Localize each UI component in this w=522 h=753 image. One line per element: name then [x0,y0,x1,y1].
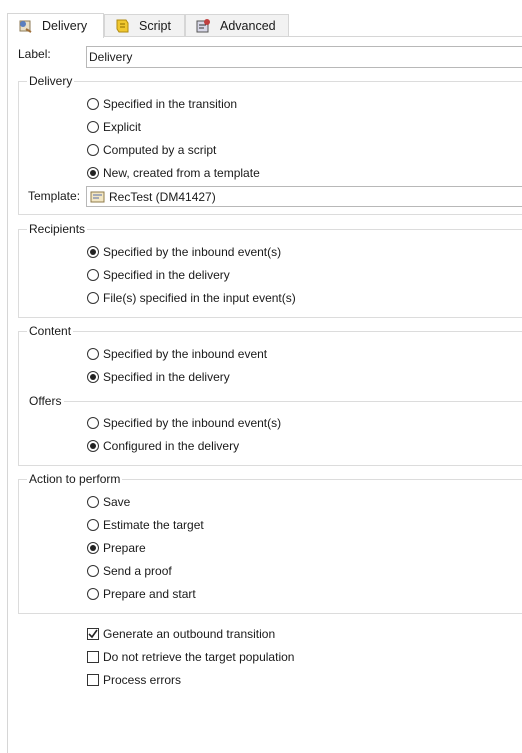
content-group-title: Content [27,324,74,338]
action-option-label: Estimate the target [103,518,204,532]
action-option[interactable]: Estimate the target [87,518,204,532]
delivery-option-label: Specified in the transition [103,97,238,111]
recipients-option-label: Specified by the inbound event(s) [103,245,282,259]
radio-button[interactable] [87,167,99,179]
radio-selected-dot [90,545,96,551]
template-field[interactable]: RecTest (DM41427) [86,186,522,207]
offers-title: Offers [27,394,64,408]
radio-button[interactable] [87,588,99,600]
checkbox-option[interactable]: Process errors [87,673,181,687]
label-caption: Label: [18,47,51,61]
content-option-label: Specified by the inbound event [103,347,268,361]
tab-script[interactable]: Script [104,14,185,36]
recipients-group-title: Recipients [27,222,88,236]
delivery-option[interactable]: Explicit [87,120,141,134]
radio-button[interactable] [87,348,99,360]
action-group-title: Action to perform [27,472,123,486]
radio-selected-dot [90,443,96,449]
tab-advanced-label: Advanced [220,18,276,33]
recipients-option-label: File(s) specified in the input event(s) [103,291,296,305]
radio-button[interactable] [87,246,99,258]
radio-selected-dot [90,249,96,255]
tab-advanced[interactable]: Advanced [185,14,289,36]
checkbox[interactable] [87,651,99,663]
template-icon [90,191,105,202]
checkbox-label: Generate an outbound transition [103,627,276,641]
radio-button[interactable] [87,144,99,156]
action-option-label: Save [103,495,131,509]
content-option-label: Specified in the delivery [103,370,230,384]
content-option[interactable]: Specified in the delivery [87,370,230,384]
checkbox-label: Process errors [103,673,182,687]
checkbox-option[interactable]: Generate an outbound transition [87,627,275,641]
radio-button[interactable] [87,440,99,452]
radio-button[interactable] [87,519,99,531]
delivery-icon [19,20,32,33]
recipients-option[interactable]: Specified in the delivery [87,268,230,282]
radio-selected-dot [90,374,96,380]
advanced-icon [196,18,210,32]
recipients-option-label: Specified in the delivery [103,268,230,282]
delivery-option-label: Explicit [103,120,142,134]
radio-button[interactable] [87,542,99,554]
radio-selected-dot [90,170,96,176]
checkbox-option[interactable]: Do not retrieve the target population [87,650,294,664]
delivery-option[interactable]: Computed by a script [87,143,216,157]
content-option[interactable]: Specified by the inbound event [87,347,267,361]
offers-option-label: Specified by the inbound event(s) [103,416,282,430]
delivery-option-label: New, created from a template [103,166,260,180]
delivery-group-title: Delivery [27,74,75,88]
radio-button[interactable] [87,565,99,577]
template-caption: Template: [28,189,81,203]
action-option[interactable]: Prepare [87,541,146,555]
tab-script-label: Script [139,18,171,33]
radio-button[interactable] [87,292,99,304]
action-option[interactable]: Prepare and start [87,587,196,601]
action-option-label: Send a proof [103,564,172,578]
script-icon [116,19,129,32]
tab-delivery[interactable]: Delivery [7,13,104,38]
tab-delivery-label: Delivery [42,19,88,33]
radio-button[interactable] [87,496,99,508]
checkmark-icon [88,629,98,639]
radio-button[interactable] [87,371,99,383]
delivery-option[interactable]: New, created from a template [87,166,260,180]
radio-button[interactable] [87,417,99,429]
action-option-label: Prepare [103,541,146,555]
radio-button[interactable] [87,121,99,133]
label-input[interactable]: Delivery [86,46,522,68]
action-option[interactable]: Send a proof [87,564,172,578]
recipients-option[interactable]: File(s) specified in the input event(s) [87,291,296,305]
offers-option[interactable]: Configured in the delivery [87,439,239,453]
offers-option[interactable]: Specified by the inbound event(s) [87,416,281,430]
tab-bar: Delivery Script Advanced [7,13,522,38]
template-value: RecTest (DM41427) [109,189,216,204]
delivery-option-label: Computed by a script [103,143,217,157]
radio-button[interactable] [87,98,99,110]
checkbox[interactable] [87,674,99,686]
offers-option-label: Configured in the delivery [103,439,240,453]
checkbox[interactable] [87,628,99,640]
delivery-option[interactable]: Specified in the transition [87,97,237,111]
radio-button[interactable] [87,269,99,281]
action-option-label: Prepare and start [103,587,196,601]
offers-divider [64,401,522,402]
action-option[interactable]: Save [87,495,130,509]
checkbox-label: Do not retrieve the target population [103,650,295,664]
recipients-option[interactable]: Specified by the inbound event(s) [87,245,281,259]
